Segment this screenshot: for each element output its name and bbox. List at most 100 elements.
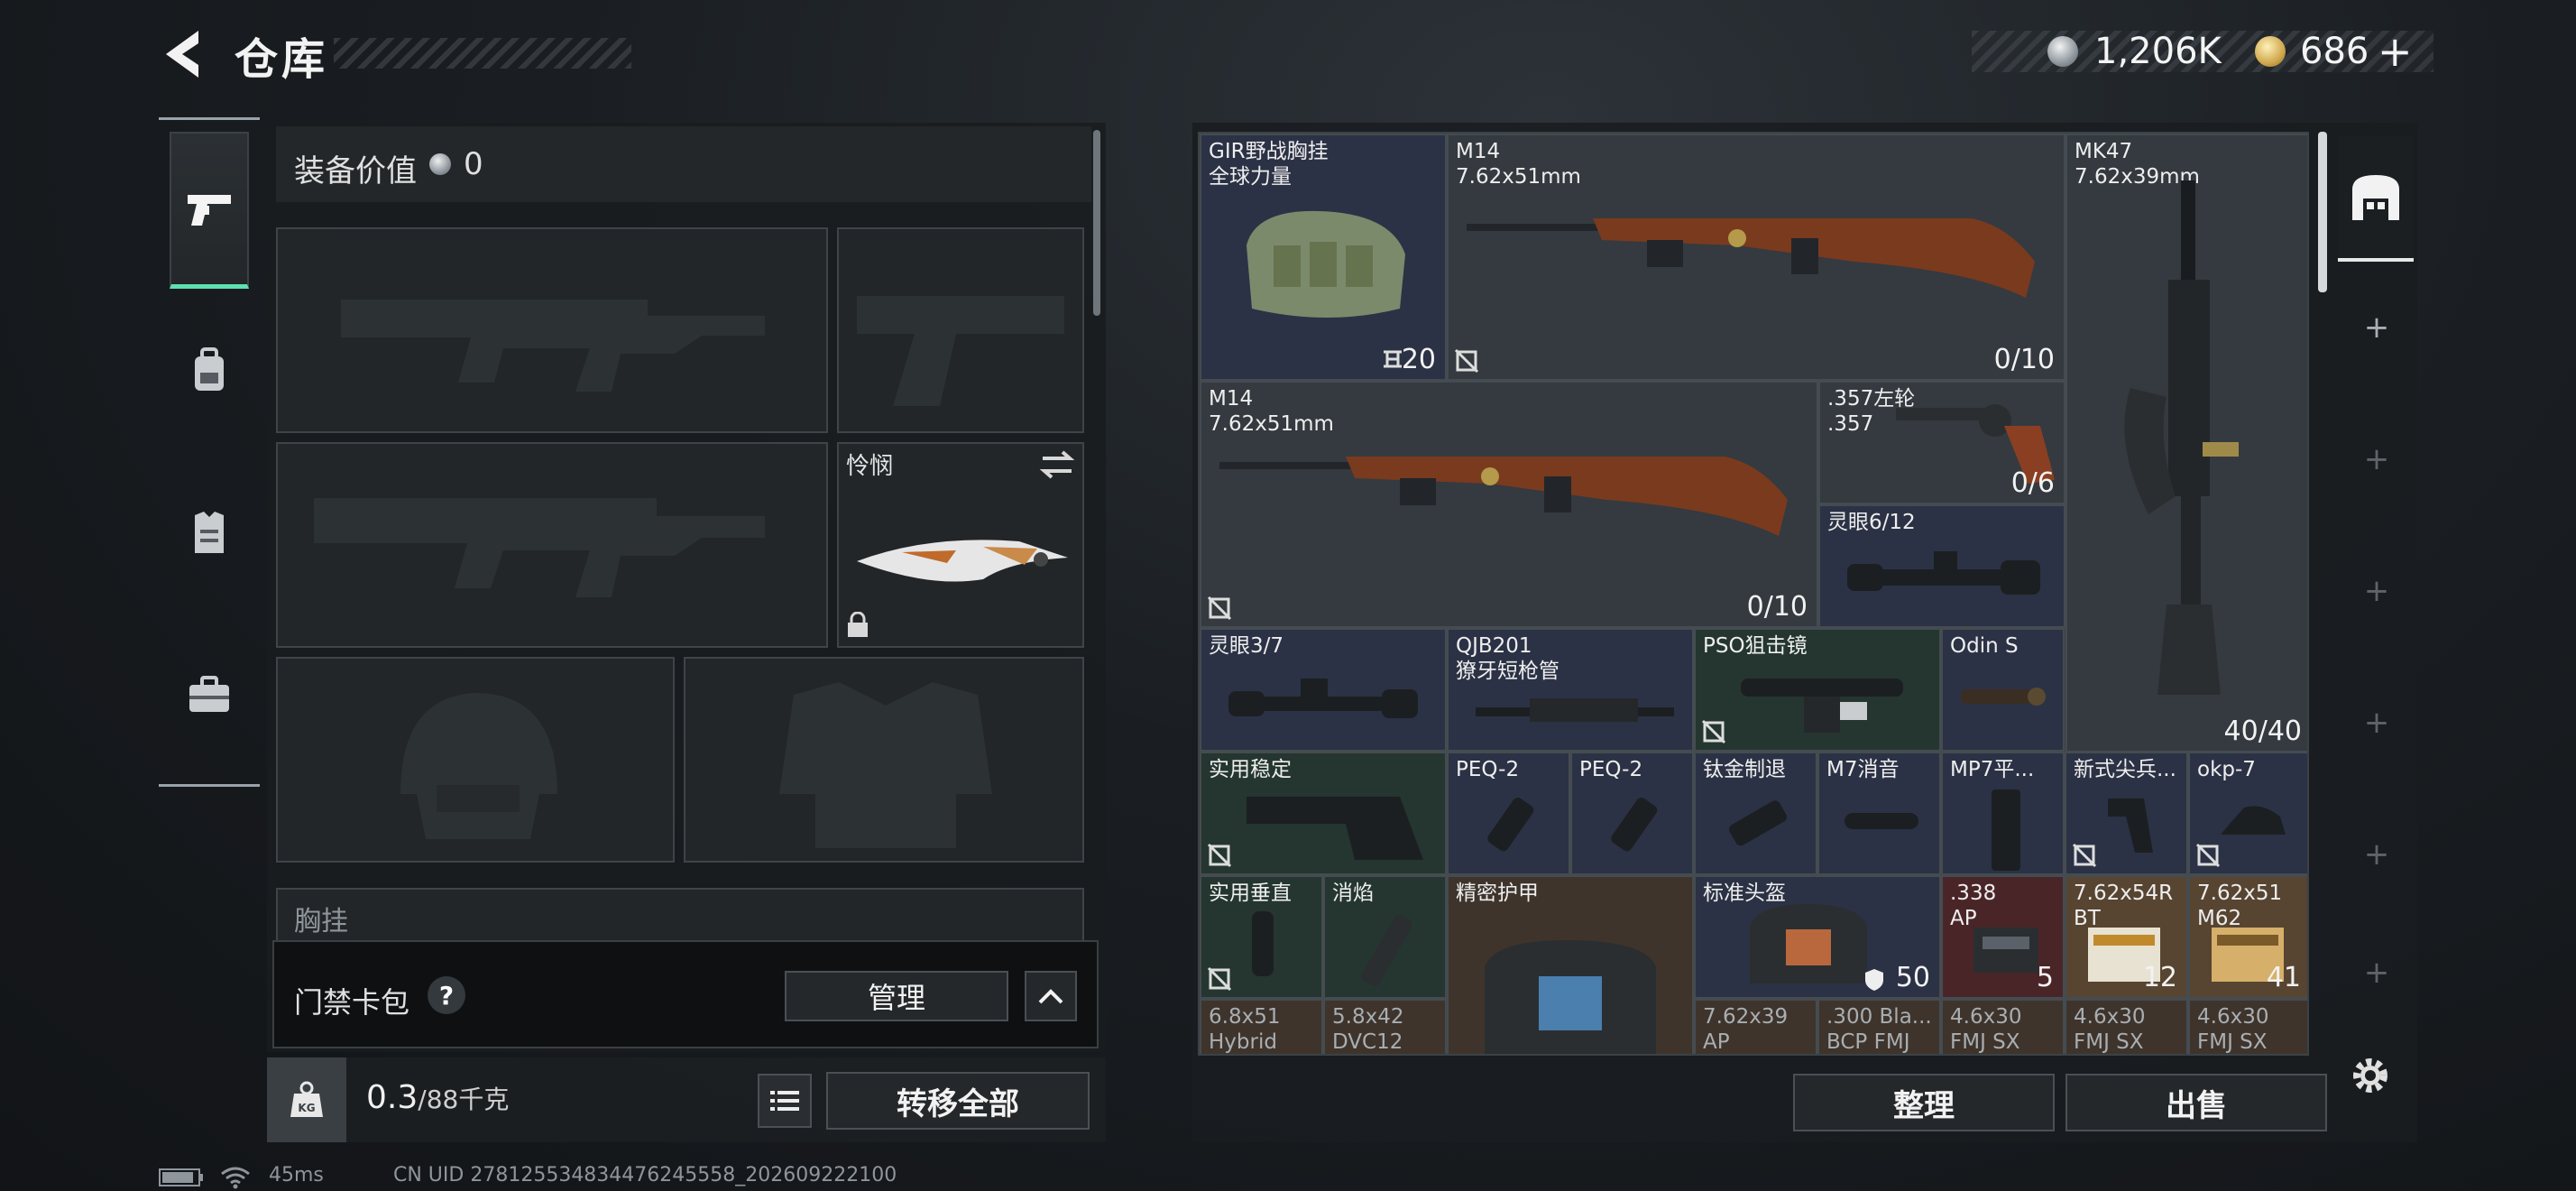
item-mk47[interactable]: MK47 7.62x39mm 40/40 <box>2065 134 2307 752</box>
weight-unit: /88千克 <box>418 1085 510 1114</box>
item-stock[interactable]: 实用稳定 <box>1200 752 1447 875</box>
back-arrow-icon <box>166 31 198 78</box>
item-peq-2[interactable]: PEQ-2 <box>1447 752 1570 875</box>
add-gold-button[interactable]: + <box>2378 27 2413 76</box>
durability-shield-icon <box>1865 969 1883 991</box>
primary-weapon-slot-2[interactable] <box>276 442 828 648</box>
helmet-silhouette-icon <box>400 693 557 839</box>
gear-icon <box>2353 1058 2387 1093</box>
flash-hider-image <box>1361 914 1412 987</box>
tab-backpack[interactable] <box>170 292 249 449</box>
title-decoration <box>334 38 631 69</box>
no-insure-icon <box>2195 843 2221 868</box>
list-view-button[interactable] <box>758 1074 812 1128</box>
body-armor-slot[interactable] <box>684 657 1084 863</box>
primary-weapon-slot-1[interactable] <box>276 227 828 433</box>
weight-current: 0.3 <box>366 1079 419 1116</box>
item-muzzle-brake[interactable]: 钛金制退 <box>1694 752 1817 875</box>
item-ammo-762x39[interactable]: 7.62x39 AP <box>1694 999 1817 1054</box>
briefcase-icon <box>189 676 229 712</box>
page-title: 仓库 <box>235 34 329 85</box>
item-ammo-46x30[interactable]: 4.6x30 FMJ SX <box>2188 999 2307 1054</box>
melee-slot[interactable]: 怜悯 <box>837 442 1084 648</box>
item-helmet[interactable]: 标准头盔 50 <box>1694 875 1941 999</box>
status-bar: 45ms CN UID 278125534834476245558_202609… <box>159 1164 1151 1191</box>
item-name: 新式尖兵... <box>2074 758 2176 781</box>
item-odin-s[interactable]: Odin S <box>1941 628 2065 752</box>
item-scope-3-7[interactable]: 灵眼3/7 <box>1200 628 1447 752</box>
ammo-count: 40/40 <box>2223 716 2302 747</box>
inventory-scrollbar[interactable] <box>2318 132 2327 292</box>
expand-button[interactable] <box>1025 971 1077 1021</box>
item-m14[interactable]: M14 7.62x51mm 0/10 <box>1447 134 2065 381</box>
help-icon[interactable]: ? <box>428 976 465 1014</box>
ammo-count: 0/6 <box>2010 467 2055 499</box>
manage-button[interactable]: 管理 <box>785 971 1008 1021</box>
item-vertical-grip[interactable]: 实用垂直 <box>1200 875 1323 999</box>
item-pso-scope[interactable]: PSO狙击镜 <box>1694 628 1941 752</box>
stash-tab[interactable] <box>2338 135 2414 262</box>
chest-rig-slot[interactable] <box>276 888 1084 942</box>
add-container-slot[interactable]: + <box>2345 664 2408 781</box>
item-name: 灵眼3/7 <box>1209 634 1284 658</box>
magazine-image <box>1992 789 2020 871</box>
transfer-all-button[interactable]: 转移全部 <box>826 1072 1090 1130</box>
item-grip[interactable]: 新式尖兵... <box>2065 752 2188 875</box>
lock-icon <box>848 612 868 637</box>
loadout-scrollbar[interactable] <box>1093 130 1100 316</box>
item-scope-6-12[interactable]: 灵眼6/12 <box>1818 504 2065 628</box>
item-revolver[interactable]: .357左轮 .357 0/6 <box>1818 381 2065 504</box>
add-container-slot[interactable]: + <box>2345 401 2408 518</box>
item-name: 5.8x42 DVC12 <box>1332 1005 1404 1054</box>
armor-silhouette-icon <box>779 682 992 848</box>
item-flash-hider[interactable]: 消焰 <box>1323 875 1447 999</box>
helmet-slot[interactable] <box>276 657 675 863</box>
item-ammo-46x30[interactable]: 4.6x30 FMJ SX <box>2065 999 2188 1054</box>
item-name: M7消音 <box>1826 758 1900 781</box>
settings-button[interactable] <box>2341 1047 2399 1104</box>
swap-icon[interactable] <box>1039 449 1075 480</box>
mk47-rifle-image <box>2124 180 2239 695</box>
add-container-slot[interactable]: + <box>2345 269 2408 386</box>
back-button[interactable] <box>159 25 209 83</box>
item-mp7-magazine[interactable]: MP7平... <box>1941 752 2065 875</box>
item-m7-suppressor[interactable]: M7消音 <box>1817 752 1941 875</box>
add-container-slot[interactable]: + <box>2345 532 2408 650</box>
item-ammo-46x30[interactable]: 4.6x30 FMJ SX <box>1941 999 2065 1054</box>
backpack-icon <box>195 347 224 391</box>
inventory-grid: GIR野战胸挂 全球力量 20 M14 7.62x51mm 0/10 MK47 7.6… <box>1198 132 2309 1056</box>
item-peq-2[interactable]: PEQ-2 <box>1570 752 1694 875</box>
tab-weapons[interactable] <box>170 132 249 289</box>
sell-button[interactable]: 出售 <box>2065 1074 2327 1131</box>
sidearm-slot[interactable] <box>837 227 1084 433</box>
item-name: 消焰 <box>1332 882 1374 905</box>
item-ammo-68x51[interactable]: 6.8x51 Hybrid <box>1200 999 1323 1054</box>
item-ammo-338[interactable]: .338 AP 5 <box>1941 875 2065 999</box>
item-armor[interactable]: 精密护甲 <box>1447 875 1694 1054</box>
equip-value-label: 装备价值 <box>294 153 417 189</box>
item-qjb201-barrel[interactable]: QJB201 獠牙短枪管 <box>1447 628 1694 752</box>
item-okp-7[interactable]: okp-7 <box>2188 752 2307 875</box>
sort-button[interactable]: 整理 <box>1793 1074 2055 1131</box>
item-name: PEQ-2 <box>1579 758 1643 781</box>
item-ammo-762x54r[interactable]: 7.62x54R BT 12 <box>2065 875 2188 999</box>
item-name: 4.6x30 FMJ SX <box>2197 1005 2269 1054</box>
item-name: PSO狙击镜 <box>1703 634 1808 658</box>
rifle-silhouette-icon <box>341 300 765 392</box>
item-ammo-300blk[interactable]: .300 Bla... BCP FMJ <box>1817 999 1941 1054</box>
scope-image <box>1741 679 1903 733</box>
add-container-slot[interactable]: + <box>2345 796 2408 913</box>
item-ammo-58x42[interactable]: 5.8x42 DVC12 <box>1323 999 1447 1054</box>
add-container-slot[interactable]: + <box>2345 928 2408 1018</box>
weight-icon: KG <box>290 1081 323 1117</box>
scope-image <box>1228 679 1418 718</box>
item-ammo-76251[interactable]: 7.62x51 M62 41 <box>2188 875 2307 999</box>
silver-amount: 1,206K <box>2094 31 2222 72</box>
tab-armor[interactable] <box>170 455 249 612</box>
pistol-icon <box>188 194 231 226</box>
no-insure-icon <box>1207 966 1232 992</box>
tab-case[interactable] <box>170 617 249 774</box>
muzzle-brake-image <box>1728 800 1788 846</box>
item-gir-rig[interactable]: GIR野战胸挂 全球力量 20 <box>1200 134 1447 381</box>
item-m14[interactable]: M14 7.62x51mm 0/10 <box>1200 381 1818 628</box>
